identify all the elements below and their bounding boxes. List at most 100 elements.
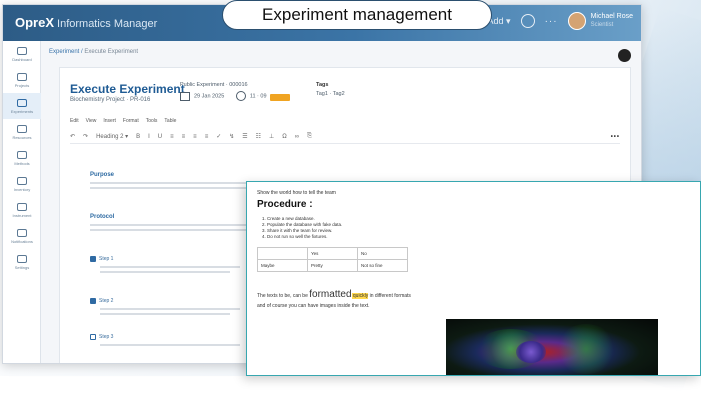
more-menu-button[interactable]: ···: [545, 16, 558, 27]
menu-table[interactable]: Table: [164, 118, 176, 124]
menu-format[interactable]: Format: [123, 118, 139, 124]
step-checkbox[interactable]: [90, 298, 96, 304]
experiment-id: Public Experiment · 000016: [180, 82, 248, 88]
check-icon[interactable]: ✓: [216, 133, 221, 140]
copy-icon[interactable]: ⎘: [307, 133, 312, 140]
step-label: Step 3: [99, 334, 114, 340]
numbered-list-icon[interactable]: ☷: [256, 133, 261, 140]
sidebar-item-resources[interactable]: Resources: [3, 119, 41, 145]
sidebar-item-label: Methods: [14, 160, 30, 166]
purpose-heading: Purpose: [90, 172, 115, 178]
text-line: [100, 308, 240, 310]
text-line: [90, 229, 250, 231]
sidebar-item-label: Inventory: [13, 186, 31, 192]
page-title: Execute Experiment: [70, 82, 185, 96]
table-cell: Not so fine: [357, 259, 408, 272]
table-cell: No: [357, 247, 408, 260]
editor-menubar: Edit View Insert Format Tools Table: [70, 118, 176, 124]
status-badge: [270, 94, 290, 101]
step-checkbox[interactable]: [90, 256, 96, 262]
step-checkbox[interactable]: [90, 334, 96, 340]
table-cell: [257, 247, 308, 260]
breadcrumb: Experiment / Execute Experiment: [49, 49, 139, 55]
sidebar-item-experiments[interactable]: Experiments: [3, 93, 41, 119]
sidebar-item-inventory[interactable]: Inventory: [3, 171, 41, 197]
table-row: Yes No: [257, 247, 408, 260]
editor-toolbar: ↶ ↷ Heading 2 ▾ B I U ≡ ≡ ≡ ≡ ✓ ↯ ☰ ☷ ⊥ …: [70, 130, 620, 144]
heading-select[interactable]: Heading 2 ▾: [96, 133, 128, 140]
text-line: [100, 266, 240, 268]
experiment-meta: Public Experiment · 000016 29 Jan 2025 1…: [180, 82, 267, 101]
special-char-icon[interactable]: Ω: [282, 134, 287, 140]
flask-icon: [17, 98, 27, 107]
step-label: Step 1: [99, 256, 114, 262]
sidebar-item-label: Resources: [12, 134, 32, 140]
align-right-icon[interactable]: ≡: [193, 134, 197, 140]
link-icon[interactable]: ∞: [295, 134, 299, 140]
align-justify-icon[interactable]: ≡: [205, 134, 209, 140]
projects-icon: [17, 72, 27, 81]
menu-edit[interactable]: Edit: [70, 118, 79, 124]
sidebar-item-notifications[interactable]: Notifications: [3, 223, 41, 249]
notification-icon[interactable]: [520, 14, 535, 28]
dashboard-icon: [17, 46, 27, 55]
align-left-icon[interactable]: ≡: [170, 134, 174, 140]
experiment-date: 29 Jan 2025: [194, 93, 225, 100]
breadcrumb-link[interactable]: Experiment: [49, 49, 79, 55]
sidebar-item-settings[interactable]: Settings: [3, 249, 41, 275]
sidebar-item-methods[interactable]: Methods: [3, 145, 41, 171]
text-line: [90, 224, 260, 226]
bell-icon: [17, 228, 27, 237]
inventory-icon: [17, 176, 27, 185]
protocol-heading: Protocol: [90, 214, 115, 220]
sidebar-item-label: Notifications: [11, 238, 33, 244]
step-row[interactable]: Step 3: [90, 334, 113, 340]
text-color-icon[interactable]: ⊥: [269, 133, 274, 140]
help-button[interactable]: [618, 49, 631, 62]
menu-insert[interactable]: Insert: [103, 118, 116, 124]
project-label[interactable]: Biochemistry Project · PR-016: [70, 97, 150, 103]
bullet-list-icon[interactable]: ☰: [242, 133, 247, 140]
document-note: Show the world how to tell the team: [257, 190, 336, 196]
experiment-time: 11 · 09: [249, 93, 267, 100]
text-line: [100, 344, 240, 346]
top-actions: Add ▾ ··· Michael Rose Scientist: [488, 12, 633, 30]
feature-callout: Experiment management: [222, 0, 492, 30]
avatar: [567, 12, 586, 30]
italic-button[interactable]: I: [148, 134, 150, 140]
document-table: Yes No Maybe Pretty Not so fine: [257, 247, 408, 272]
sidebar: Dashboard Projects Experiments Resources…: [3, 41, 41, 363]
user-menu[interactable]: Michael Rose Scientist: [567, 12, 633, 30]
sidebar-item-instrument[interactable]: Instrument: [3, 197, 41, 223]
redo-icon[interactable]: ↷: [83, 133, 88, 140]
list-item: Do not run so well the fixtures.: [267, 234, 342, 240]
clock-icon: [235, 91, 246, 101]
tags-value[interactable]: Tag1 · Tag2: [316, 91, 345, 97]
formatted-paragraph: The texts to be, can be formatted quickl…: [257, 289, 411, 300]
menu-tools[interactable]: Tools: [146, 118, 158, 124]
para-big: formatted: [309, 289, 352, 300]
instrument-icon: [17, 202, 27, 211]
align-center-icon[interactable]: ≡: [182, 134, 186, 140]
sidebar-item-projects[interactable]: Projects: [3, 67, 41, 93]
image-paragraph: and of course you can have images inside…: [257, 303, 370, 309]
clear-format-icon[interactable]: ↯: [229, 133, 234, 140]
underline-button[interactable]: U: [158, 134, 162, 140]
undo-icon[interactable]: ↶: [70, 133, 75, 140]
table-cell: Pretty: [307, 259, 358, 272]
user-role: Scientist: [590, 22, 614, 28]
menu-view[interactable]: View: [86, 118, 97, 124]
sidebar-item-label: Experiments: [10, 108, 34, 114]
cell-glow: [556, 324, 616, 374]
more-toolbar-button[interactable]: •••: [611, 134, 620, 140]
sidebar-item-dashboard[interactable]: Dashboard: [3, 41, 41, 67]
bold-button[interactable]: B: [136, 134, 140, 140]
para-prefix: The texts to be, can be: [257, 293, 308, 299]
table-cell: Maybe: [257, 259, 308, 272]
sidebar-item-label: Projects: [14, 82, 30, 88]
brand-subtitle: Informatics Manager: [57, 18, 158, 30]
step-row[interactable]: Step 2: [90, 298, 113, 304]
step-row[interactable]: Step 1: [90, 256, 113, 262]
brand-logo: OpreX Informatics Manager: [15, 15, 157, 30]
breadcrumb-current: Execute Experiment: [84, 49, 139, 55]
